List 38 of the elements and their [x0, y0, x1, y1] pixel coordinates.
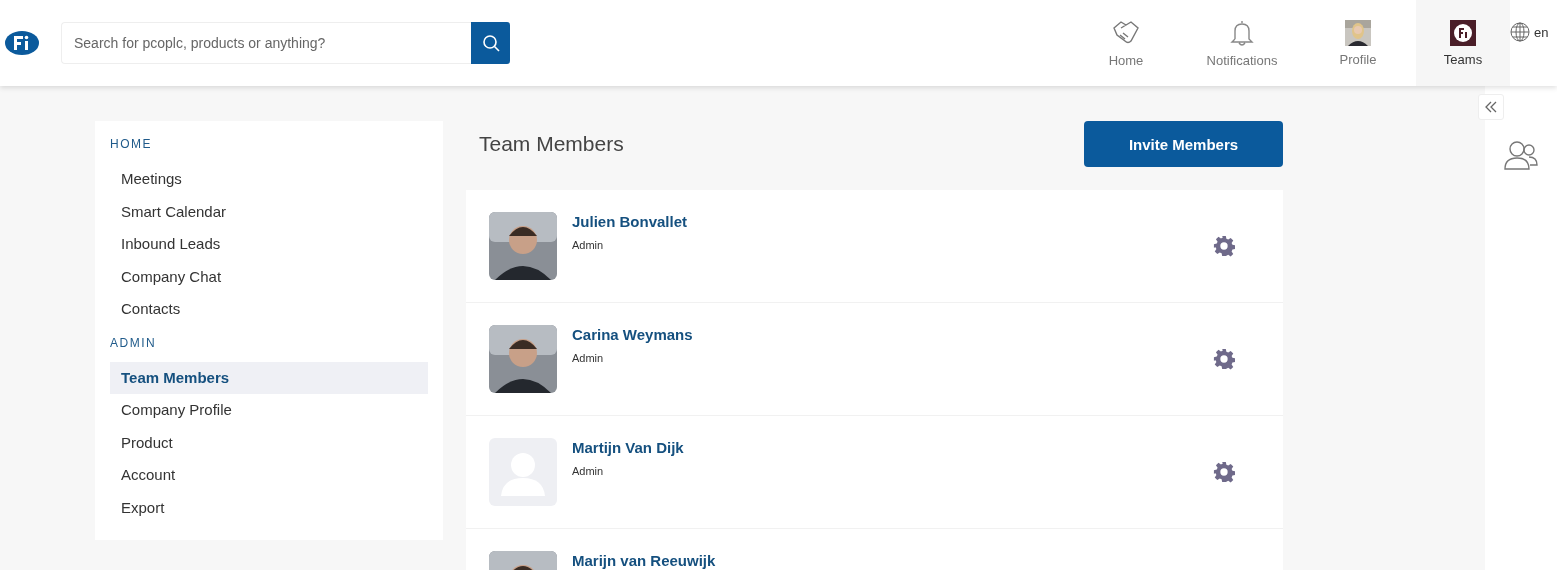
section-heading: ADMIN [110, 335, 158, 350]
nav-item[interactable]: Teams [1416, 0, 1510, 86]
member-name[interactable]: Julien Bonvallet [572, 213, 1213, 230]
sidebar-item[interactable]: Company Profile [110, 394, 428, 427]
member-role: Admin [572, 465, 605, 477]
member-name[interactable]: Carina Weymans [572, 326, 1213, 343]
language-label[interactable]: en [1534, 24, 1549, 40]
member-name[interactable]: Martijn Van Dijk [572, 439, 1213, 456]
search-button[interactable] [471, 22, 510, 64]
double-chevron-icon [1484, 100, 1498, 114]
sidebar-item[interactable]: Team Members [110, 361, 428, 394]
sidebar-item[interactable]: Inbound Leads [110, 228, 428, 261]
people-icon[interactable] [1504, 140, 1538, 170]
sidebar-item[interactable]: Account [110, 459, 428, 492]
collapse-button[interactable] [1478, 94, 1504, 120]
member-name[interactable]: Marijn van Reeuwijk [572, 552, 1260, 569]
nav-item[interactable]: Profile [1300, 0, 1416, 86]
settings-icon[interactable] [1213, 235, 1235, 257]
sidebar-item[interactable]: Smart Calendar [110, 195, 428, 228]
invite-button[interactable]: Invite Members [1084, 121, 1283, 167]
nav-item[interactable]: Notifications [1184, 0, 1300, 86]
section-heading: HOME [110, 137, 153, 151]
nav-item[interactable]: Home [1068, 0, 1184, 86]
page-title: Team Members [479, 132, 624, 156]
search-icon [481, 34, 500, 52]
globe-icon[interactable] [1510, 22, 1530, 42]
search-field[interactable]: Search for pcoplc, products or anything? [61, 22, 471, 64]
settings-icon[interactable] [1213, 461, 1235, 483]
settings-icon[interactable] [1213, 348, 1235, 370]
sidebar-item[interactable]: Meetings [110, 163, 428, 196]
logo-icon [1450, 19, 1476, 46]
sidebar-item[interactable]: Company Chat [110, 260, 428, 293]
member-role: Admin [572, 352, 605, 364]
sidebar-item[interactable]: Contacts [110, 293, 428, 326]
sidebar-item[interactable]: Product [110, 426, 428, 459]
member-role: Admin [572, 239, 605, 251]
logo-icon[interactable] [5, 30, 39, 56]
sidebar-item[interactable]: Export [110, 491, 428, 524]
